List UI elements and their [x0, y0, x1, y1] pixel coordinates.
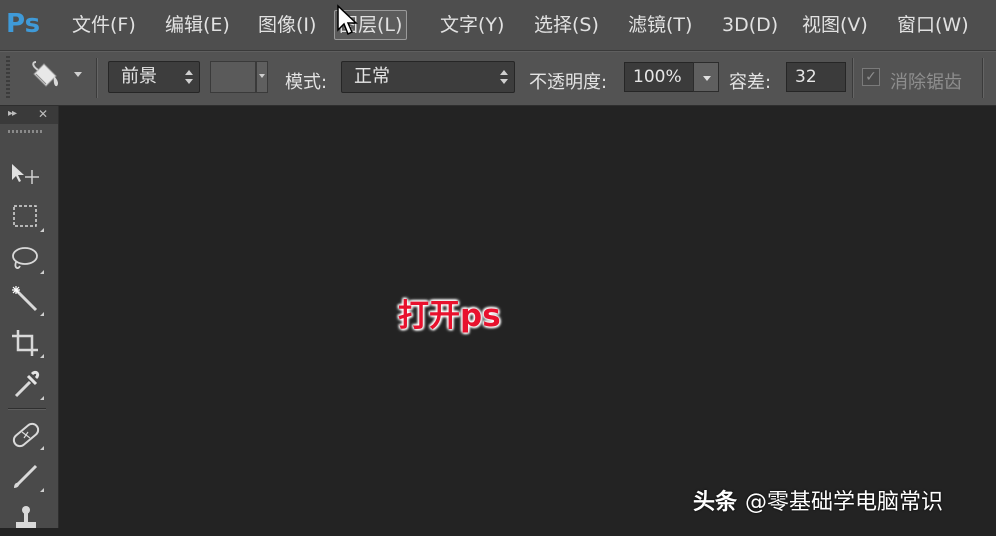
opacity-field[interactable]: 100%: [624, 62, 694, 92]
lasso-tool-icon[interactable]: [6, 242, 46, 276]
panel-grip[interactable]: [8, 130, 44, 133]
healing-brush-tool-icon[interactable]: [6, 418, 46, 452]
fill-source-value: 前景: [121, 66, 157, 87]
opacity-label: 不透明度:: [529, 72, 608, 93]
mode-label: 模式:: [285, 72, 328, 93]
watermark-source: 头条: [693, 490, 738, 515]
menu-type[interactable]: 文字(Y): [440, 13, 504, 37]
tool-preset-dropdown[interactable]: [74, 72, 82, 77]
watermark-author: @零基础学电脑常识: [745, 490, 944, 515]
tolerance-label: 容差:: [729, 72, 772, 93]
menu-view[interactable]: 视图(V): [802, 13, 868, 37]
mouse-cursor-icon: [337, 4, 358, 36]
tools-panel: ▸▸ ✕: [0, 106, 59, 528]
clone-stamp-tool-icon[interactable]: [6, 502, 46, 536]
pattern-dropdown[interactable]: [256, 61, 268, 93]
eyedropper-tool-icon[interactable]: [6, 368, 46, 402]
menu-filter[interactable]: 滤镜(T): [628, 13, 692, 37]
opacity-dropdown[interactable]: [693, 62, 719, 92]
menu-image[interactable]: 图像(I): [258, 13, 316, 37]
pattern-swatch[interactable]: [210, 61, 256, 93]
tools-panel-header: ▸▸ ✕: [0, 106, 58, 124]
updown-arrows-icon: [185, 70, 193, 84]
menu-bar: Ps 文件(F) 编辑(E) 图像(I) 图层(L) 文字(Y) 选择(S) 滤…: [0, 0, 996, 51]
menu-edit[interactable]: 编辑(E): [165, 13, 230, 37]
crop-tool-icon[interactable]: [6, 326, 46, 360]
tutorial-caption: 打开ps: [398, 298, 501, 334]
separator: [8, 408, 46, 410]
move-tool-icon[interactable]: [6, 158, 46, 192]
separator: [852, 58, 854, 98]
menu-select[interactable]: 选择(S): [534, 13, 599, 37]
collapse-icon[interactable]: ▸▸: [8, 108, 17, 119]
brush-tool-icon[interactable]: [6, 460, 46, 494]
separator: [96, 58, 98, 98]
fill-source-select[interactable]: 前景: [108, 61, 200, 93]
mode-select[interactable]: 正常: [341, 61, 515, 93]
photoshop-logo: Ps: [6, 9, 41, 39]
options-bar-grip[interactable]: [6, 56, 10, 100]
menu-3d[interactable]: 3D(D): [722, 13, 778, 37]
watermark: 头条 @零基础学电脑常识: [693, 484, 943, 516]
menu-window[interactable]: 窗口(W): [897, 13, 969, 37]
separator: [982, 58, 984, 98]
options-bar: 前景 模式: 正常 不透明度: 100% 容差: 32 ✓ 消除锯齿: [0, 51, 996, 106]
document-workspace[interactable]: [59, 106, 996, 528]
magic-wand-tool-icon[interactable]: [6, 284, 46, 318]
updown-arrows-icon: [500, 70, 508, 84]
close-icon[interactable]: ✕: [38, 107, 48, 121]
mode-value: 正常: [354, 66, 390, 87]
marquee-tool-icon[interactable]: [6, 200, 46, 234]
antialias-checkbox[interactable]: ✓: [862, 68, 880, 86]
paint-bucket-icon[interactable]: [28, 60, 64, 94]
menu-file[interactable]: 文件(F): [72, 13, 136, 37]
tolerance-field[interactable]: 32: [786, 62, 846, 92]
antialias-label: 消除锯齿: [890, 72, 962, 93]
